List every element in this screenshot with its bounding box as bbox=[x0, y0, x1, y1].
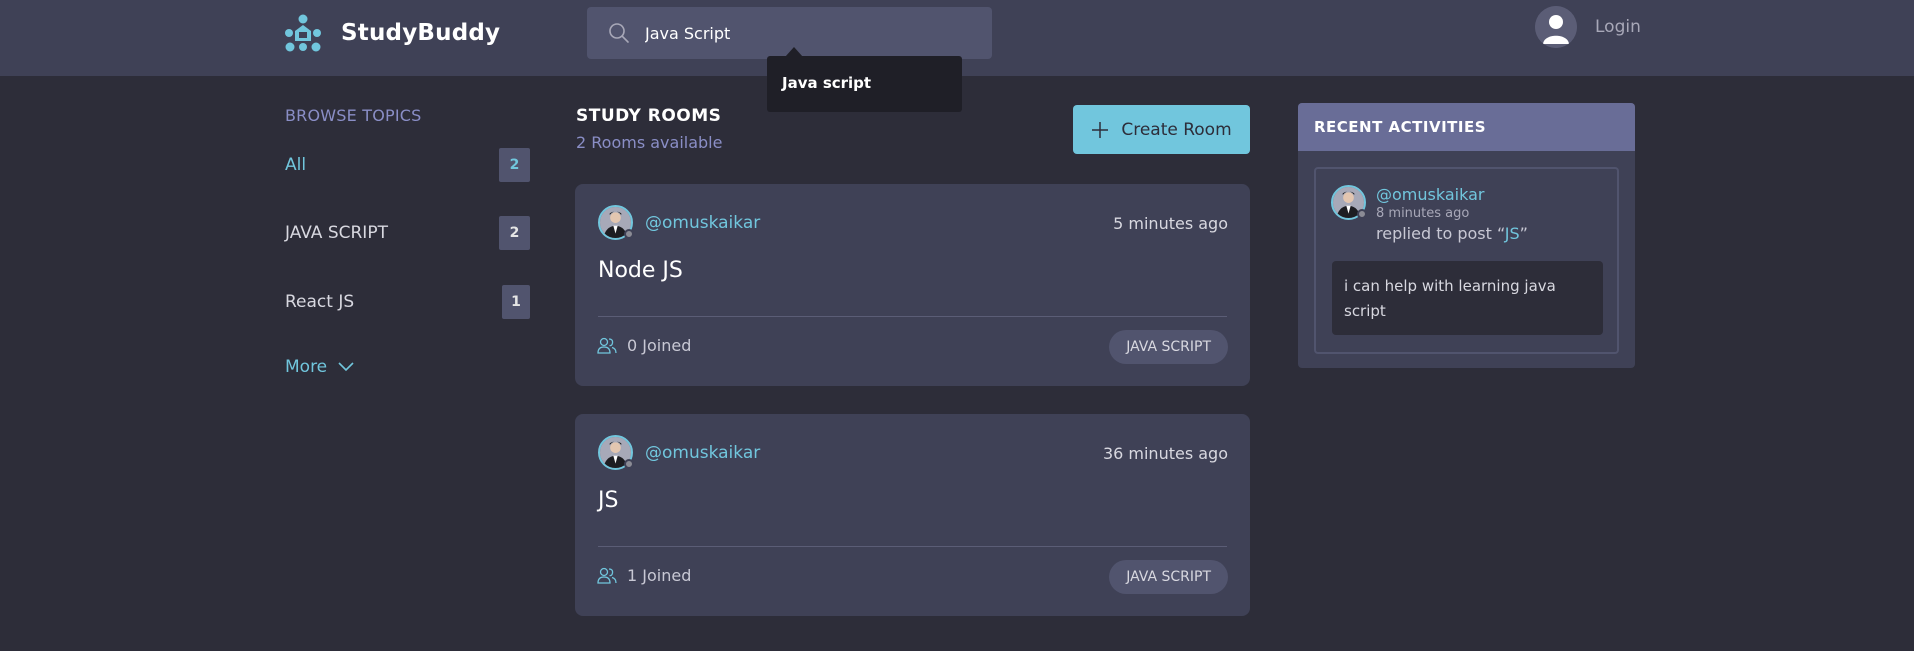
login-label: Login bbox=[1595, 17, 1641, 37]
browse-topics-title: BROWSE TOPICS bbox=[285, 106, 422, 125]
app-logo[interactable]: StudyBuddy bbox=[283, 13, 500, 53]
user-avatar-icon bbox=[1535, 6, 1577, 48]
topic-count-badge: 1 bbox=[502, 285, 530, 319]
search-input[interactable] bbox=[645, 23, 965, 43]
topic-item-java-script[interactable]: JAVA SCRIPT 2 bbox=[285, 215, 530, 251]
more-label: More bbox=[285, 357, 328, 377]
avatar bbox=[598, 205, 634, 240]
login-link[interactable]: Login bbox=[1535, 6, 1641, 48]
host-username[interactable]: @omuskaikar bbox=[645, 213, 760, 233]
logo-icon bbox=[285, 14, 321, 52]
room-topic-tag[interactable]: JAVA SCRIPT bbox=[1109, 330, 1228, 364]
joined-count: 1 Joined bbox=[627, 566, 692, 585]
room-joined: 0 Joined bbox=[597, 336, 691, 355]
activity-header: @omuskaikar 8 minutes ago replied to pos… bbox=[1331, 185, 1528, 243]
divider bbox=[598, 546, 1227, 547]
topic-label: React JS bbox=[285, 292, 355, 312]
room-timestamp: 5 minutes ago bbox=[1113, 214, 1228, 233]
status-dot bbox=[624, 459, 634, 469]
room-title[interactable]: JS bbox=[598, 488, 618, 513]
activity-post-link[interactable]: JS bbox=[1505, 224, 1520, 243]
activity-message: i can help with learning java script bbox=[1332, 261, 1603, 335]
users-icon bbox=[597, 567, 617, 584]
avatar bbox=[598, 435, 634, 470]
topic-label: JAVA SCRIPT bbox=[285, 223, 388, 243]
room-joined: 1 Joined bbox=[597, 566, 691, 585]
topic-item-all[interactable]: All 2 bbox=[285, 147, 530, 183]
rooms-count: 2 Rooms available bbox=[576, 133, 723, 152]
room-card[interactable]: @omuskaikar 36 minutes ago JS 1 Joined J… bbox=[575, 414, 1250, 616]
status-dot bbox=[1357, 209, 1367, 219]
app-name: StudyBuddy bbox=[341, 20, 501, 46]
plus-icon bbox=[1092, 121, 1109, 138]
activity-card: @omuskaikar 8 minutes ago replied to pos… bbox=[1314, 167, 1619, 354]
avatar[interactable] bbox=[1331, 185, 1367, 220]
topic-item-react-js[interactable]: React JS 1 bbox=[285, 284, 530, 320]
divider bbox=[598, 316, 1227, 317]
activity-action: replied to post “JS” bbox=[1376, 224, 1528, 243]
room-host[interactable]: @omuskaikar bbox=[598, 205, 760, 240]
room-title[interactable]: Node JS bbox=[598, 258, 683, 283]
activity-action-prefix: replied to post “ bbox=[1376, 224, 1505, 243]
topic-count-badge: 2 bbox=[499, 148, 530, 182]
activity-username[interactable]: @omuskaikar bbox=[1376, 185, 1528, 204]
more-topics-button[interactable]: More bbox=[285, 357, 355, 377]
create-room-label: Create Room bbox=[1121, 119, 1232, 140]
room-timestamp: 36 minutes ago bbox=[1102, 444, 1228, 463]
room-topic-tag[interactable]: JAVA SCRIPT bbox=[1109, 560, 1228, 594]
room-host[interactable]: @omuskaikar bbox=[598, 435, 760, 470]
activity-timestamp: 8 minutes ago bbox=[1376, 206, 1470, 221]
create-room-button[interactable]: Create Room bbox=[1073, 105, 1250, 154]
recent-activities-panel: RECENT ACTIVITIES @omuskaikar 8 minutes … bbox=[1298, 103, 1635, 368]
topic-label: All bbox=[285, 155, 307, 175]
topic-count-badge: 2 bbox=[499, 216, 530, 250]
status-dot bbox=[624, 229, 634, 239]
search-icon bbox=[609, 23, 629, 43]
search-suggestion[interactable]: Java script bbox=[767, 56, 962, 112]
joined-count: 0 Joined bbox=[627, 336, 692, 355]
users-icon bbox=[597, 337, 617, 354]
host-username[interactable]: @omuskaikar bbox=[645, 443, 760, 463]
activity-action-suffix: ” bbox=[1519, 224, 1528, 243]
chevron-down-icon bbox=[338, 362, 354, 372]
study-rooms-title: STUDY ROOMS bbox=[576, 106, 722, 126]
room-card[interactable]: @omuskaikar 5 minutes ago Node JS 0 Join… bbox=[575, 184, 1250, 386]
recent-activities-title: RECENT ACTIVITIES bbox=[1298, 103, 1635, 151]
